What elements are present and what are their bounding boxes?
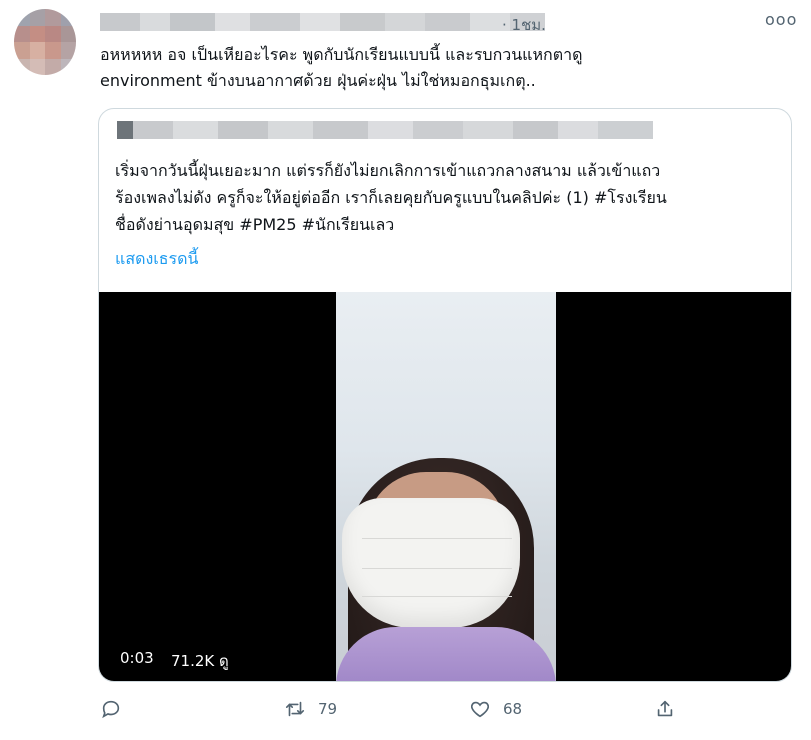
quoted-tweet-card[interactable]: เริ่มจากวันนี้ฝุ่นเยอะมาก แต่รรก็ยังไม่ย… <box>98 108 792 682</box>
retweet-icon <box>285 701 305 717</box>
share-button[interactable] <box>654 698 676 720</box>
more-icon[interactable]: ooo <box>765 10 797 29</box>
like-icon <box>470 701 490 718</box>
author-name-blurred[interactable] <box>100 13 545 31</box>
avatar[interactable] <box>14 9 76 75</box>
tweet-text: อหหหหห อจ เป็นเหียอะไรคะ พูดกับนักเรียนแ… <box>100 45 583 90</box>
video-timestamp: 0:03 <box>120 649 154 667</box>
like-count: 68 <box>503 700 523 718</box>
quoted-tweet-text: เริ่มจากวันนี้ฝุ่นเยอะมาก แต่รรก็ยังไม่ย… <box>115 161 667 234</box>
video-view-count: 71.2K ดู <box>171 652 229 670</box>
reply-button[interactable] <box>100 698 122 720</box>
retweet-count: 79 <box>318 700 338 718</box>
tweet-timestamp[interactable]: · 1ชม. <box>502 13 546 37</box>
show-thread-link[interactable]: แสดงเธรดนี้ <box>115 247 198 272</box>
reply-icon <box>102 700 120 719</box>
share-icon <box>657 700 673 717</box>
retweet-button[interactable]: 79 <box>284 698 337 720</box>
like-button[interactable]: 68 <box>469 698 522 720</box>
tweet-actions: 79 68 <box>0 698 811 722</box>
video-player[interactable]: 0:03 71.2K ดู <box>99 292 791 681</box>
video-frame <box>336 292 556 681</box>
quoted-author-blurred[interactable] <box>117 121 653 139</box>
face-mask-image <box>342 498 520 628</box>
